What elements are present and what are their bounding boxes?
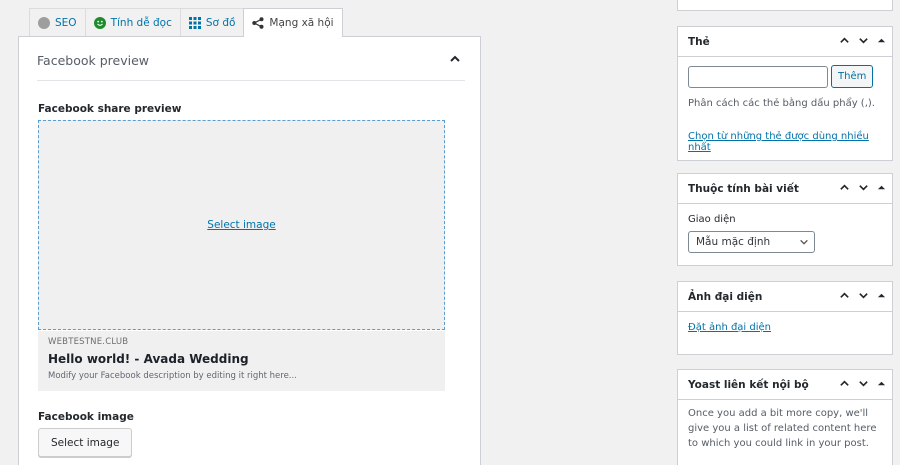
featured-image-box: Ảnh đại diện Đặt ảnh đại diện: [677, 281, 893, 355]
tag-input[interactable]: [688, 65, 828, 88]
collapse-toggle-icon[interactable]: [877, 183, 886, 192]
tab-readability-label: Tính dễ đọc: [110, 16, 172, 29]
chevron-up-icon[interactable]: [449, 53, 461, 65]
move-up-icon[interactable]: [839, 35, 850, 46]
collapse-toggle-icon[interactable]: [877, 379, 886, 388]
most-used-tags-link[interactable]: Chọn từ những thẻ được dùng nhiều nhất: [688, 131, 869, 153]
featured-image-header: Ảnh đại diện: [678, 282, 892, 312]
tab-readability[interactable]: Tính dễ đọc: [84, 8, 181, 36]
facebook-preview-title: Facebook preview: [37, 53, 149, 68]
facebook-preview-header[interactable]: Facebook preview: [37, 51, 465, 81]
collapse-toggle-icon[interactable]: [877, 291, 886, 300]
post-attributes-title: Thuộc tính bài viết: [688, 182, 799, 195]
tab-social-label: Mạng xã hội: [269, 17, 334, 29]
yoast-links-title: Yoast liên kết nội bộ: [688, 378, 809, 391]
yoast-links-header: Yoast liên kết nội bộ: [678, 370, 892, 400]
move-down-icon[interactable]: [858, 182, 869, 193]
add-tag-button[interactable]: Thêm: [831, 65, 874, 88]
tags-box-header: Thẻ: [678, 27, 892, 57]
facebook-image-label: Facebook image: [38, 411, 134, 423]
preview-domain: WEBTESTNE.CLUB: [48, 337, 129, 347]
facebook-image-placeholder[interactable]: Select image: [38, 120, 445, 330]
tags-help-text: Phân cách các thẻ bằng dấu phẩy (,).: [688, 98, 875, 109]
facebook-preview-meta: WEBTESTNE.CLUB Hello world! - Avada Wedd…: [38, 331, 445, 391]
move-down-icon[interactable]: [858, 35, 869, 46]
featured-image-title: Ảnh đại diện: [688, 290, 763, 303]
share-icon: [252, 17, 264, 29]
select-image-button[interactable]: Select image: [38, 428, 133, 457]
yoast-links-text: Once you add a bit more copy, we'll give…: [688, 408, 877, 449]
tags-box: Thẻ Thêm Phân cách các thẻ bằng dấu phẩy…: [677, 26, 893, 161]
tab-seo-label: SEO: [55, 16, 77, 29]
template-select-value: Mẫu mặc định: [696, 236, 771, 248]
move-down-icon[interactable]: [858, 290, 869, 301]
preview-description[interactable]: Modify your Facebook description by edit…: [48, 371, 435, 381]
yoast-links-box: Yoast liên kết nội bộ Once you add a bit…: [677, 369, 893, 465]
preview-post-title[interactable]: Hello world! - Avada Wedding: [48, 352, 435, 366]
post-attributes-header: Thuộc tính bài viết: [678, 174, 892, 204]
select-image-link[interactable]: Select image: [207, 219, 275, 231]
tab-schema-label: Sơ đồ: [205, 16, 236, 29]
move-up-icon[interactable]: [839, 182, 850, 193]
tab-seo[interactable]: SEO: [29, 8, 86, 36]
sidebar-top-box: [677, 0, 893, 11]
set-featured-image-link[interactable]: Đặt ảnh đại diện: [688, 322, 771, 333]
post-attributes-box: Thuộc tính bài viết Giao diện Mẫu mặc đị…: [677, 173, 893, 266]
template-label: Giao diện: [688, 214, 736, 225]
tab-schema[interactable]: Sơ đồ: [179, 8, 245, 36]
move-down-icon[interactable]: [858, 378, 869, 389]
chevron-down-icon: [800, 239, 808, 245]
facebook-share-preview-label: Facebook share preview: [38, 103, 182, 115]
tags-box-title: Thẻ: [688, 35, 710, 48]
collapse-toggle-icon[interactable]: [877, 36, 886, 45]
smiley-icon: [93, 16, 106, 29]
template-select[interactable]: Mẫu mặc định: [688, 231, 815, 253]
gray-dot-icon: [38, 16, 50, 29]
move-up-icon[interactable]: [839, 378, 850, 389]
tab-social[interactable]: Mạng xã hội: [243, 8, 343, 37]
social-panel: Facebook preview Facebook share preview …: [18, 36, 481, 465]
metabox-tabs: SEO Tính dễ đọc Sơ đồ Mạng xã hội: [29, 8, 343, 37]
grid-icon: [188, 16, 201, 29]
move-up-icon[interactable]: [839, 290, 850, 301]
